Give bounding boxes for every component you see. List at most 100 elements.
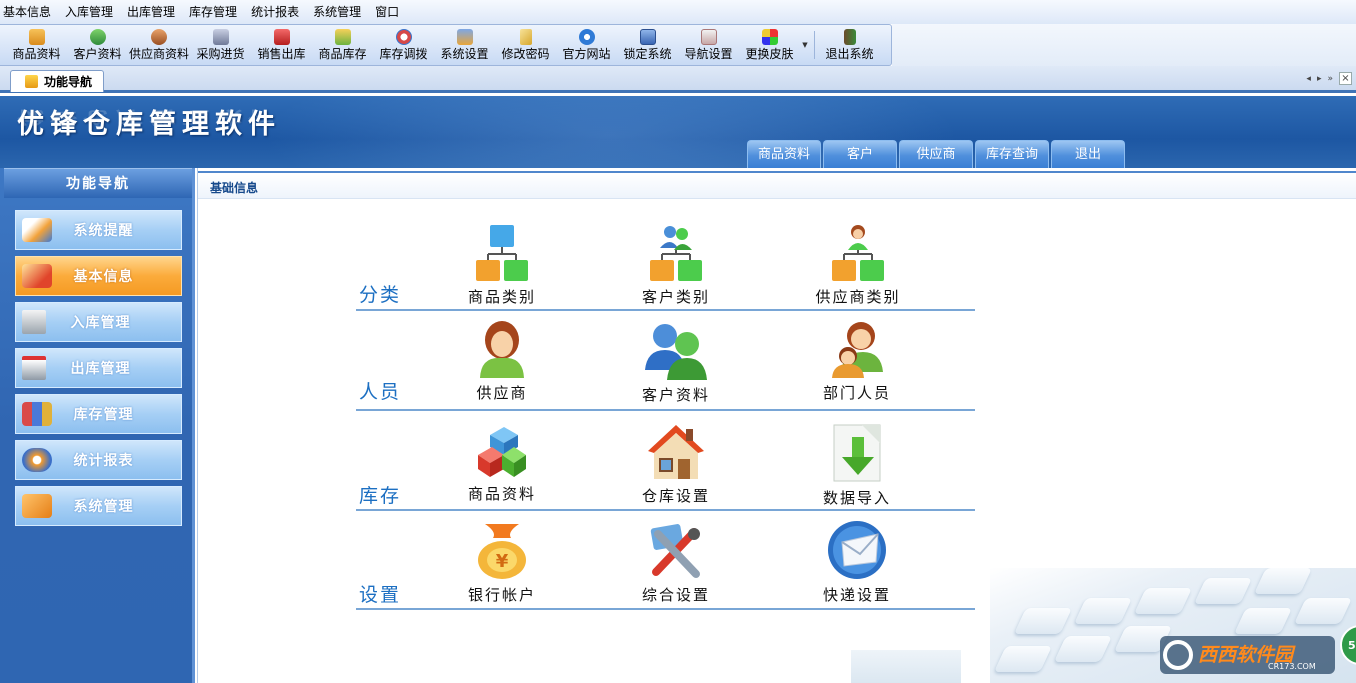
item-label: 数据导入 xyxy=(822,489,891,507)
home-icon xyxy=(25,75,38,88)
sidebar-item-label: 系统提醒 xyxy=(73,223,134,239)
tb-supplier-button[interactable]: 供应商资料 xyxy=(128,25,190,65)
tab-prev-icon[interactable]: ◂ xyxy=(1306,74,1311,84)
tab-close-icon[interactable]: × xyxy=(1339,72,1352,85)
item-product-category[interactable]: 商品类别 xyxy=(442,224,562,307)
tab-function-nav[interactable]: 功能导航 xyxy=(10,70,104,92)
item-customer-info[interactable]: 客户资料 xyxy=(616,322,736,405)
item-warehouse-settings[interactable]: 仓库设置 xyxy=(616,423,736,506)
item-supplier[interactable]: 供应商 xyxy=(442,320,562,403)
exit-door-icon xyxy=(843,29,856,45)
decor-key xyxy=(1253,568,1313,594)
app-window: 基本信息 入库管理 出库管理 库存管理 统计报表 系统管理 窗口 商品资料 客户… xyxy=(0,0,1356,683)
ie-icon xyxy=(578,29,595,45)
tb-website-button[interactable]: 官方网站 xyxy=(556,25,617,65)
banner: 优锋仓库管理软件 优锋仓库管理软件 商品资料 客户 供应商 库存查询 退出 xyxy=(0,96,1356,168)
supplier-hierarchy-icon xyxy=(832,225,884,281)
menu-inventory[interactable]: 库存管理 xyxy=(182,0,244,24)
houses-icon xyxy=(22,402,52,426)
sidebar: 功能导航 系统提醒 基本信息 入库管理 出库管理 库存管理 统计报表 系统管理 xyxy=(0,168,195,683)
menu-basic-info[interactable]: 基本信息 xyxy=(0,0,58,24)
basket-icon xyxy=(273,29,290,45)
tb-label: 导航设置 xyxy=(684,47,733,61)
category-label: 设置 xyxy=(359,584,402,606)
item-product-info[interactable]: 商品资料 xyxy=(442,425,562,504)
item-label: 商品资料 xyxy=(467,485,536,503)
tab-list-icon[interactable]: » xyxy=(1327,74,1333,84)
tb-exit-button[interactable]: 退出系统 xyxy=(819,25,880,65)
item-data-import[interactable]: 数据导入 xyxy=(797,423,917,508)
tab-label: 功能导航 xyxy=(44,75,93,89)
tb-customer-button[interactable]: 客户资料 xyxy=(67,25,128,65)
quick-product-button[interactable]: 商品资料 xyxy=(747,140,821,168)
tb-label: 供应商资料 xyxy=(128,47,189,61)
sidebar-item-basic-info[interactable]: 基本信息 xyxy=(15,256,182,296)
palette-icon xyxy=(761,29,778,45)
menu-bar: 基本信息 入库管理 出库管理 库存管理 统计报表 系统管理 窗口 xyxy=(0,0,1356,24)
sidebar-item-outbound[interactable]: 出库管理 xyxy=(15,348,182,388)
transfer-icon xyxy=(395,29,412,45)
menu-window[interactable]: 窗口 xyxy=(368,0,406,24)
menu-outbound[interactable]: 出库管理 xyxy=(120,0,182,24)
decor-keyboard-edge xyxy=(851,650,961,683)
item-bank-account[interactable]: ¥ 银行帐户 xyxy=(442,520,562,605)
item-label: 客户资料 xyxy=(641,386,710,404)
lock-screen-icon xyxy=(639,29,656,45)
cart-in-icon xyxy=(22,310,46,334)
menu-inbound[interactable]: 入库管理 xyxy=(58,0,120,24)
sidebar-item-label: 出库管理 xyxy=(70,361,131,377)
item-label: 商品类别 xyxy=(467,288,536,306)
tb-product-button[interactable]: 商品资料 xyxy=(6,25,67,65)
skin-dropdown-arrow[interactable]: ▼ xyxy=(800,25,810,65)
sidebar-item-label: 统计报表 xyxy=(73,453,134,469)
nav-settings-icon xyxy=(700,29,717,45)
item-general-settings[interactable]: 综合设置 xyxy=(616,522,736,605)
decor-key xyxy=(1133,588,1193,614)
supplier-icon xyxy=(151,29,167,45)
report-icon xyxy=(22,448,52,472)
tb-stock-button[interactable]: 商品库存 xyxy=(312,25,373,65)
decor-key xyxy=(1013,608,1073,634)
tab-next-icon[interactable]: ▸ xyxy=(1317,74,1322,84)
tb-sales-button[interactable]: 销售出库 xyxy=(251,25,312,65)
sidebar-item-label: 入库管理 xyxy=(70,315,131,331)
quick-customer-button[interactable]: 客户 xyxy=(823,140,897,168)
sidebar-item-system[interactable]: 系统管理 xyxy=(15,486,182,526)
toolbar-separator xyxy=(814,31,815,59)
item-express-settings[interactable]: 快递设置 xyxy=(797,520,917,605)
svg-text:¥: ¥ xyxy=(496,551,509,572)
tb-label: 更换皮肤 xyxy=(745,47,794,61)
menu-reports[interactable]: 统计报表 xyxy=(244,0,306,24)
menu-system[interactable]: 系统管理 xyxy=(306,0,368,24)
item-label: 部门人员 xyxy=(822,384,891,402)
tb-lock-button[interactable]: 锁定系统 xyxy=(617,25,678,65)
decor-key xyxy=(1293,598,1353,624)
row-divider xyxy=(356,409,975,411)
tb-purchase-button[interactable]: 采购进货 xyxy=(190,25,251,65)
quick-stock-query-button[interactable]: 库存查询 xyxy=(975,140,1049,168)
sidebar-item-reports[interactable]: 统计报表 xyxy=(15,440,182,480)
item-staff[interactable]: 部门人员 xyxy=(797,320,917,403)
sidebar-item-inventory[interactable]: 库存管理 xyxy=(15,394,182,434)
sidebar-item-inbound[interactable]: 入库管理 xyxy=(15,302,182,342)
sidebar-title: 功能导航 xyxy=(4,168,192,198)
quick-exit-button[interactable]: 退出 xyxy=(1051,140,1125,168)
tb-settings-button[interactable]: 系统设置 xyxy=(434,25,495,65)
toolbar-filler xyxy=(892,24,1356,66)
item-label: 快递设置 xyxy=(822,586,891,604)
tb-label: 商品资料 xyxy=(12,47,61,61)
tb-skin-button[interactable]: 更换皮肤 xyxy=(739,25,800,65)
box-icon xyxy=(28,29,45,45)
item-label: 综合设置 xyxy=(641,586,710,604)
tb-transfer-button[interactable]: 库存调拨 xyxy=(373,25,434,65)
row-divider xyxy=(356,608,975,610)
item-customer-category[interactable]: 客户类别 xyxy=(616,224,736,307)
customers-icon xyxy=(645,324,707,380)
item-supplier-category[interactable]: 供应商类别 xyxy=(797,224,919,307)
sidebar-item-reminder[interactable]: 系统提醒 xyxy=(15,210,182,250)
house-icon xyxy=(648,425,704,479)
hierarchy-icon xyxy=(476,225,528,281)
tb-password-button[interactable]: 修改密码 xyxy=(495,25,556,65)
quick-supplier-button[interactable]: 供应商 xyxy=(899,140,973,168)
tb-navsettings-button[interactable]: 导航设置 xyxy=(678,25,739,65)
